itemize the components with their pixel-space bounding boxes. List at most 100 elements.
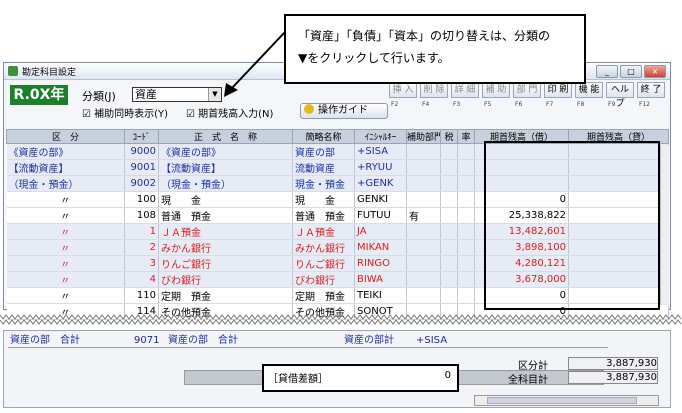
cell-code[interactable]: 9000 bbox=[124, 143, 159, 160]
cell-hojo[interactable] bbox=[406, 239, 441, 256]
col-tax[interactable]: 税 bbox=[440, 129, 458, 144]
cell-hojo[interactable] bbox=[406, 223, 441, 240]
cell-short[interactable]: みかん銀行 bbox=[292, 239, 355, 256]
cell-kubun[interactable]: （現金・預金） bbox=[6, 175, 125, 192]
cell-initial[interactable]: MIKAN bbox=[354, 239, 407, 256]
cell-tax[interactable] bbox=[440, 159, 458, 176]
grand-total-label: 全科目計 bbox=[508, 375, 548, 386]
cell-tax[interactable] bbox=[440, 271, 458, 288]
cell-name[interactable]: ＪＡ預金 bbox=[158, 223, 293, 240]
cell-short[interactable]: 定期 預金 bbox=[292, 287, 355, 304]
difference-box: ［貸借差額］ 0 bbox=[262, 364, 459, 392]
cell-initial[interactable]: RINGO bbox=[354, 255, 407, 272]
grand-total-value: 3,887,930 bbox=[568, 371, 658, 384]
cell-rate[interactable] bbox=[457, 239, 475, 256]
cell-name[interactable]: りんご銀行 bbox=[158, 255, 293, 272]
cell-tax[interactable] bbox=[440, 175, 458, 192]
cell-short[interactable]: びわ銀行 bbox=[292, 271, 355, 288]
cell-code[interactable]: 4 bbox=[124, 271, 159, 288]
cell-hojo[interactable] bbox=[406, 175, 441, 192]
col-short[interactable]: 簡略名称 bbox=[292, 129, 355, 144]
cell-kubun[interactable]: 〃 bbox=[6, 255, 125, 272]
cell-kubun[interactable]: 〃 bbox=[6, 207, 125, 224]
callout-arrow-icon bbox=[224, 31, 286, 97]
cell-code[interactable]: 1 bbox=[124, 223, 159, 240]
cell-name[interactable]: 普通 預金 bbox=[158, 207, 293, 224]
cell-short[interactable]: 資産の部 bbox=[292, 143, 355, 160]
cell-initial[interactable]: FUTUU bbox=[354, 207, 407, 224]
col-kubun[interactable]: 区 分 bbox=[6, 129, 125, 144]
cell-kubun[interactable]: 〃 bbox=[6, 271, 125, 288]
cell-initial[interactable]: +SISA bbox=[354, 143, 407, 160]
cell-rate[interactable] bbox=[457, 223, 475, 240]
scrollbar-thumb[interactable] bbox=[487, 397, 637, 404]
cell-kubun[interactable]: 〃 bbox=[6, 239, 125, 256]
vertical-scrollbar[interactable] bbox=[660, 145, 669, 305]
cell-hojo[interactable] bbox=[406, 191, 441, 208]
horizontal-scrollbar[interactable] bbox=[474, 395, 659, 406]
cell-rate[interactable] bbox=[457, 287, 475, 304]
cell-initial[interactable]: JA bbox=[354, 223, 407, 240]
cell-tax[interactable] bbox=[440, 287, 458, 304]
cell-rate[interactable] bbox=[457, 191, 475, 208]
cell-name[interactable]: 《資産の部》 bbox=[158, 143, 293, 160]
cell-initial[interactable]: BIWA bbox=[354, 271, 407, 288]
cell-rate[interactable] bbox=[457, 143, 475, 160]
cell-code[interactable]: 9002 bbox=[124, 175, 159, 192]
cell-hojo[interactable] bbox=[406, 255, 441, 272]
cell-initial[interactable]: +RYUU bbox=[354, 159, 407, 176]
cell-rate[interactable] bbox=[457, 207, 475, 224]
section-total-value: 3,887,930 bbox=[568, 357, 658, 370]
col-code[interactable]: ｺｰﾄﾞ bbox=[124, 129, 159, 144]
cell-hojo[interactable] bbox=[406, 159, 441, 176]
cell-short[interactable]: りんご銀行 bbox=[292, 255, 355, 272]
cell-tax[interactable] bbox=[440, 207, 458, 224]
cell-kubun[interactable]: 〃 bbox=[6, 191, 125, 208]
cell-tax[interactable] bbox=[440, 223, 458, 240]
cell-short[interactable]: ＪＡ預金 bbox=[292, 223, 355, 240]
col-sub-dept[interactable]: 補助部門 bbox=[406, 129, 441, 144]
cell-name[interactable]: みかん銀行 bbox=[158, 239, 293, 256]
cell-initial[interactable]: GENKI bbox=[354, 191, 407, 208]
cell-code[interactable]: 2 bbox=[124, 239, 159, 256]
cell-short[interactable]: 普通 預金 bbox=[292, 207, 355, 224]
cell-hojo[interactable]: 有 bbox=[406, 207, 441, 224]
cell-kubun[interactable]: 【流動資産】 bbox=[6, 159, 125, 176]
total-short: 資産の部計 bbox=[344, 335, 394, 346]
cell-kubun[interactable]: 〃 bbox=[6, 287, 125, 304]
cell-name[interactable]: びわ銀行 bbox=[158, 271, 293, 288]
cell-kubun[interactable]: 〃 bbox=[6, 223, 125, 240]
cell-name[interactable]: 現 金 bbox=[158, 191, 293, 208]
cell-rate[interactable] bbox=[457, 255, 475, 272]
cell-tax[interactable] bbox=[440, 143, 458, 160]
cell-short[interactable]: 流動資産 bbox=[292, 159, 355, 176]
difference-value: 0 bbox=[444, 370, 451, 381]
cell-tax[interactable] bbox=[440, 255, 458, 272]
cell-rate[interactable] bbox=[457, 159, 475, 176]
cell-short[interactable]: 現金・預金 bbox=[292, 175, 355, 192]
cell-hojo[interactable] bbox=[406, 143, 441, 160]
cell-code[interactable]: 100 bbox=[124, 191, 159, 208]
cell-tax[interactable] bbox=[440, 191, 458, 208]
cell-kubun[interactable]: 《資産の部》 bbox=[6, 143, 125, 160]
cell-initial[interactable]: +GENK bbox=[354, 175, 407, 192]
cell-code[interactable]: 9001 bbox=[124, 159, 159, 176]
cell-name[interactable]: 【流動資産】 bbox=[158, 159, 293, 176]
cell-initial[interactable]: TEIKI bbox=[354, 287, 407, 304]
cell-code[interactable]: 110 bbox=[124, 287, 159, 304]
cell-code[interactable]: 108 bbox=[124, 207, 159, 224]
cell-code[interactable]: 3 bbox=[124, 255, 159, 272]
cell-short[interactable]: 現 金 bbox=[292, 191, 355, 208]
total-row[interactable]: 資産の部 合計 9071 資産の部 合計 資産の部計 +SISA bbox=[8, 333, 608, 348]
cell-name[interactable]: 定期 預金 bbox=[158, 287, 293, 304]
cell-rate[interactable] bbox=[457, 175, 475, 192]
total-initial: +SISA bbox=[416, 335, 448, 346]
cell-name[interactable]: （現金・預金） bbox=[158, 175, 293, 192]
cell-rate[interactable] bbox=[457, 271, 475, 288]
col-name[interactable]: 正 式 名 称 bbox=[158, 129, 293, 144]
cell-hojo[interactable] bbox=[406, 271, 441, 288]
cell-hojo[interactable] bbox=[406, 287, 441, 304]
col-rate[interactable]: 率 bbox=[457, 129, 475, 144]
col-initial[interactable]: ｲﾆｼｬﾙｷｰ bbox=[354, 129, 407, 144]
cell-tax[interactable] bbox=[440, 239, 458, 256]
